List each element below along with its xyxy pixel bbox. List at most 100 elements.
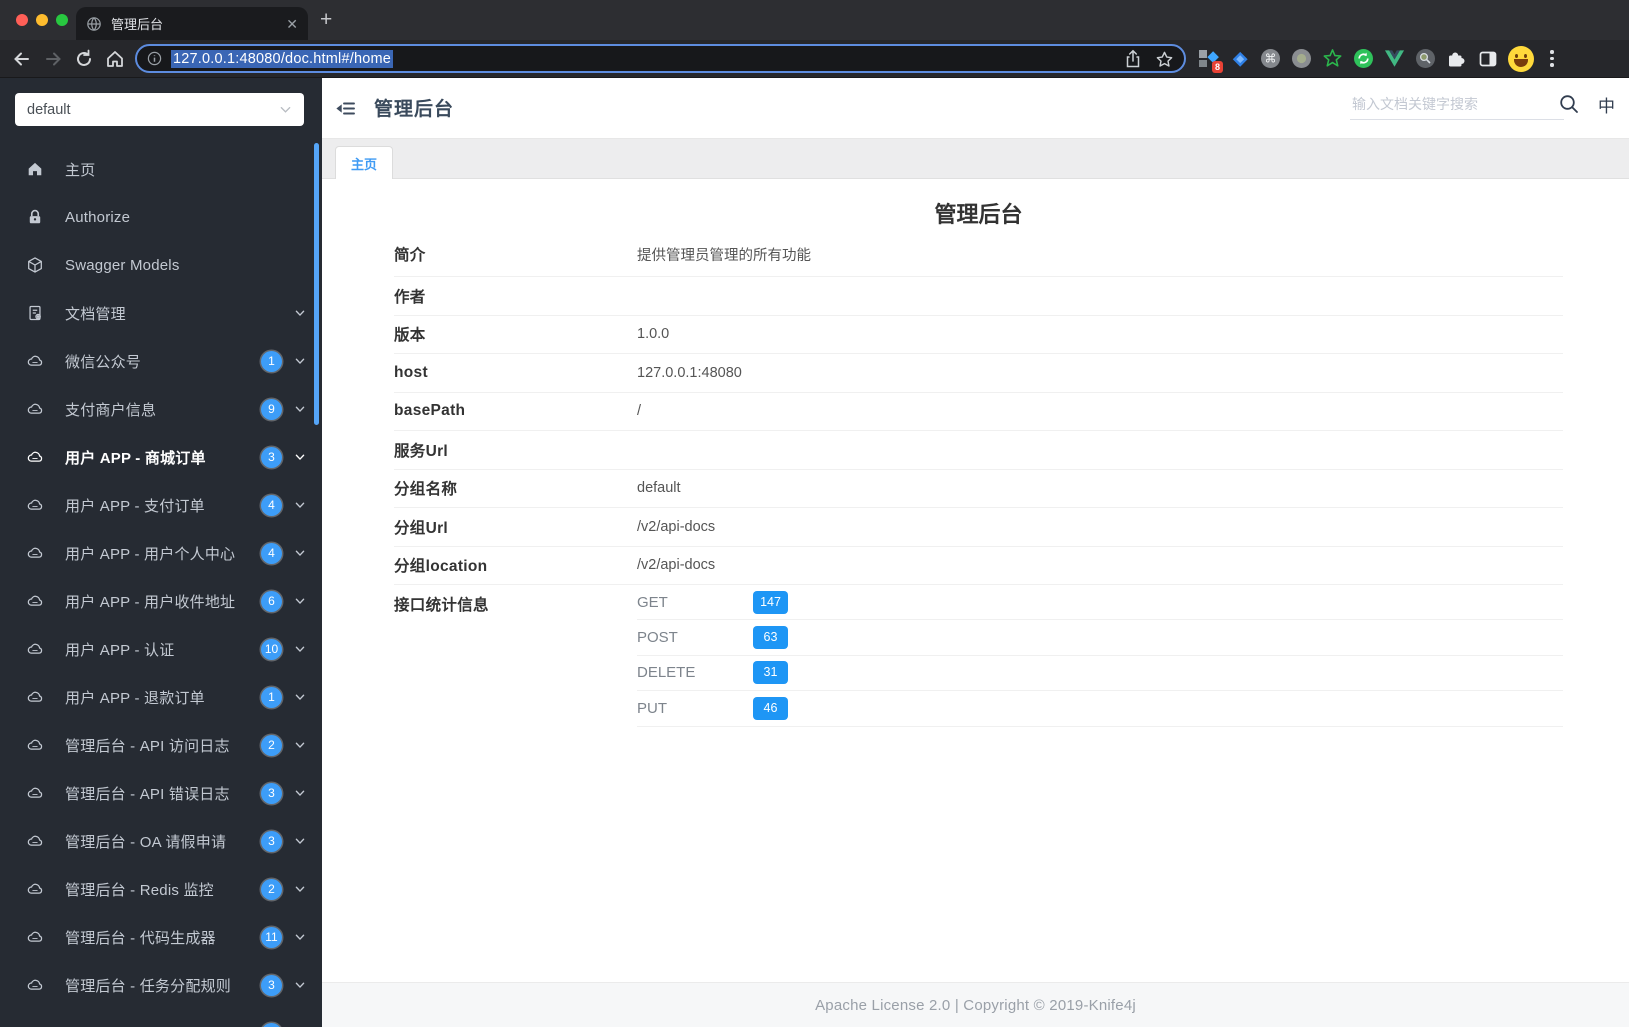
sidebar-item-label: 管理后台 - 代码生成器 <box>65 929 216 947</box>
sidebar-item-label: 管理后台 - OA 请假申请 <box>65 833 227 851</box>
menu-fold-icon[interactable] <box>335 98 356 119</box>
cloud-api-icon <box>26 928 44 946</box>
command-circle-icon[interactable]: ⌘ <box>1260 48 1281 69</box>
sidebar-item-管理后台---代码生成器[interactable]: 管理后台 - 代码生成器 11 <box>0 913 322 961</box>
cloud-api-icon <box>26 880 44 898</box>
sidebar-item-label: Swagger Models <box>65 256 180 274</box>
zoom-window-button[interactable] <box>56 14 68 26</box>
sidebar-item-文档管理[interactable]: 文档管理 <box>0 289 322 337</box>
count-badge: 10 <box>261 638 282 660</box>
stat-row-DELETE: DELETE 31 <box>637 656 1563 692</box>
chevron-down-icon <box>279 103 292 116</box>
cloud-api-icon <box>26 688 44 706</box>
cloud-api-icon <box>26 496 44 514</box>
sidebar-item-用户-APP---认证[interactable]: 用户 APP - 认证 10 <box>0 625 322 673</box>
api-stats: GET 147 POST 63 DELETE 31 PUT 46 <box>637 585 1563 727</box>
bookmark-star-icon[interactable] <box>1155 50 1174 69</box>
grid-diamond-icon[interactable]: 8 <box>1198 48 1223 73</box>
group-select[interactable]: default <box>15 93 304 126</box>
browser-menu-icon[interactable] <box>1544 50 1560 67</box>
window-controls <box>16 14 68 26</box>
close-window-button[interactable] <box>16 14 28 26</box>
sidebar-item-label: 管理后台 - 任务分配规则 <box>65 977 231 995</box>
tab-home[interactable]: 主页 <box>335 146 393 179</box>
tab-close-icon[interactable]: ✕ <box>286 17 298 31</box>
info-table: 简介 提供管理员管理的所有功能 作者 版本 1.0.0 host 127.0.0.1:480… <box>394 232 1563 727</box>
url-text[interactable]: 127.0.0.1:48080/doc.html#/home <box>171 49 394 68</box>
info-label: 简介 <box>394 247 426 264</box>
sidebar-item-label: 管理后台 - API 访问日志 <box>65 737 230 755</box>
globe-favicon-icon <box>86 16 102 32</box>
sidebar-item-管理后台---任务分配规则[interactable]: 管理后台 - 任务分配规则 3 <box>0 961 322 1009</box>
side-panel-icon[interactable] <box>1477 48 1498 69</box>
info-row: 版本 1.0.0 <box>394 316 1563 354</box>
sidebar-item-label: Authorize <box>65 208 131 226</box>
sync-circle-icon[interactable] <box>1353 48 1374 69</box>
search-input[interactable] <box>1350 92 1564 120</box>
sidebar-item-label: 支付商户信息 <box>65 401 157 419</box>
chevron-down-icon <box>294 451 306 463</box>
record-circle-icon[interactable] <box>1291 48 1312 69</box>
new-tab-button[interactable]: + <box>320 8 332 32</box>
minimize-window-button[interactable] <box>36 14 48 26</box>
sidebar-item-微信公众号[interactable]: 微信公众号 1 <box>0 337 322 385</box>
vue-logo-icon[interactable] <box>1384 48 1405 69</box>
sidebar-item-管理后台---Redis-监控[interactable]: 管理后台 - Redis 监控 2 <box>0 865 322 913</box>
sidebar-item-label: 用户 APP - 商城订单 <box>65 449 206 467</box>
url-bar[interactable]: 127.0.0.1:48080/doc.html#/home <box>135 44 1186 73</box>
extension-count-badge: 8 <box>1211 61 1223 73</box>
home-icon <box>26 160 44 178</box>
sidebar-item-label: 用户 APP - 用户个人中心 <box>65 545 236 563</box>
info-value: /v2/api-docs <box>637 557 716 574</box>
knife4j-app: default 主页 Authorize Swagger Models 文档管理 微信公… <box>0 78 1629 1027</box>
url-selected-text: 127.0.0.1:48080/doc.html#/home <box>171 49 394 68</box>
browser-tab[interactable]: 管理后台 ✕ <box>76 7 308 40</box>
forward-button[interactable] <box>43 49 63 69</box>
info-label: 分组名称 <box>394 481 458 499</box>
blue-diamond-icon[interactable] <box>1229 48 1250 69</box>
site-info-icon[interactable] <box>147 51 162 66</box>
stat-row-PUT: PUT 46 <box>637 691 1563 727</box>
info-label: 版本 <box>394 327 426 345</box>
sidebar-item-Authorize[interactable]: Authorize <box>0 193 322 241</box>
sidebar-item-用户-APP---支付订单[interactable]: 用户 APP - 支付订单 4 <box>0 481 322 529</box>
sidebar-item-用户-APP---用户个人中心[interactable]: 用户 APP - 用户个人中心 4 <box>0 529 322 577</box>
sidebar-item-partial[interactable] <box>0 1009 322 1027</box>
sidebar-item-管理后台---API-访问日志[interactable]: 管理后台 - API 访问日志 2 <box>0 721 322 769</box>
count-badge: 11 <box>261 926 282 948</box>
sidebar-item-支付商户信息[interactable]: 支付商户信息 9 <box>0 385 322 433</box>
info-row: 分组名称 default <box>394 470 1563 508</box>
sidebar-item-管理后台---API-错误日志[interactable]: 管理后台 - API 错误日志 3 <box>0 769 322 817</box>
sidebar-scrollbar-thumb[interactable] <box>314 143 319 425</box>
count-badge: 2 <box>261 878 282 900</box>
sidebar-item-label: 用户 APP - 用户收件地址 <box>65 593 236 611</box>
profile-avatar[interactable] <box>1508 45 1534 72</box>
cloud-api-icon <box>26 400 44 418</box>
sidebar-item-用户-APP---商城订单[interactable]: 用户 APP - 商城订单 3 <box>0 433 322 481</box>
language-toggle-button[interactable]: 中 <box>1598 92 1615 117</box>
chevron-down-icon <box>294 787 306 799</box>
footer: Apache License 2.0 | Copyright © 2019-Kn… <box>322 982 1629 1027</box>
count-badge <box>261 1022 282 1027</box>
browser-toolbar: 127.0.0.1:48080/doc.html#/home 8 ⌘ <box>0 40 1629 78</box>
green-star-icon[interactable] <box>1322 48 1343 69</box>
info-value: default <box>637 480 681 497</box>
cloud-api-icon <box>26 784 44 802</box>
sidebar-item-管理后台---OA-请假申请[interactable]: 管理后台 - OA 请假申请 3 <box>0 817 322 865</box>
count-badge: 1 <box>261 686 282 708</box>
sidebar-item-用户-APP---退款订单[interactable]: 用户 APP - 退款订单 1 <box>0 673 322 721</box>
sidebar-item-用户-APP---用户收件地址[interactable]: 用户 APP - 用户收件地址 6 <box>0 577 322 625</box>
back-button[interactable] <box>12 49 32 69</box>
count-badge: 1 <box>261 350 282 372</box>
puzzle-icon[interactable] <box>1446 48 1467 69</box>
sidebar-item-Swagger-Models[interactable]: Swagger Models <box>0 241 322 289</box>
count-badge: 3 <box>261 974 282 996</box>
reload-button[interactable] <box>74 49 94 69</box>
sidebar-menu: 主页 Authorize Swagger Models 文档管理 微信公众号 1 支付商户信… <box>0 145 322 1027</box>
cloud-api-icon <box>26 352 44 370</box>
inspector-circle-icon[interactable] <box>1415 48 1436 69</box>
sidebar-item-主页[interactable]: 主页 <box>0 145 322 193</box>
search-icon[interactable] <box>1558 93 1580 115</box>
share-icon[interactable] <box>1124 49 1142 69</box>
home-button[interactable] <box>105 49 125 69</box>
